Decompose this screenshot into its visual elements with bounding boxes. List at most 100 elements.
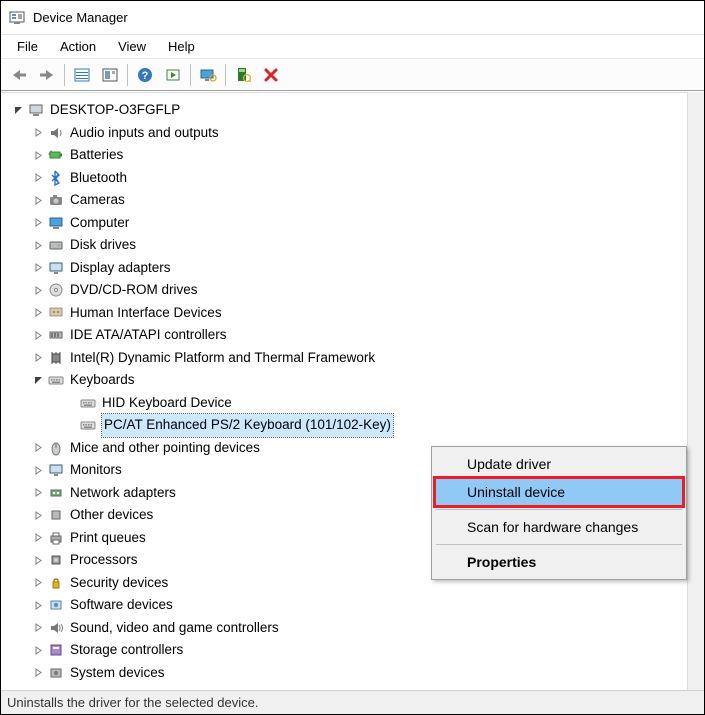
cm-update-driver[interactable]: Update driver [435,450,683,478]
expand-icon[interactable] [31,441,45,455]
help-button[interactable]: ? [132,63,158,87]
tree-node-ide-ata-atapi-controllers[interactable]: IDE ATA/ATAPI controllers [7,324,700,347]
tree-node-label: IDE ATA/ATAPI controllers [70,324,227,347]
uninstall-button[interactable] [258,63,284,87]
expand-icon[interactable] [31,171,45,185]
menu-action[interactable]: Action [50,37,106,56]
tree-node-human-interface-devices[interactable]: Human Interface Devices [7,302,700,325]
scrollbar[interactable] [687,92,704,690]
menu-file[interactable]: File [7,37,48,56]
monitor-icon [47,462,65,478]
tree-node-software-devices[interactable]: Software devices [7,594,700,617]
tree-node-label: Software devices [70,594,173,617]
expand-icon[interactable] [31,351,45,365]
menu-view[interactable]: View [108,37,156,56]
ide-icon [47,327,65,343]
tree-node-display-adapters[interactable]: Display adapters [7,257,700,280]
tree-node-label: Storage controllers [70,639,183,662]
tree-node-label: DESKTOP-O3FGFLP [50,99,180,122]
expand-icon[interactable] [31,508,45,522]
tree-node-hid-keyboard-device[interactable]: HID Keyboard Device [7,392,700,415]
tree-node-label: HID Keyboard Device [102,392,232,415]
expand-icon[interactable] [31,216,45,230]
tree-node-cameras[interactable]: Cameras [7,189,700,212]
expand-icon[interactable] [31,553,45,567]
window-title: Device Manager [33,10,128,25]
printer-icon [47,530,65,546]
expand-icon[interactable] [31,621,45,635]
back-button[interactable] [6,63,32,87]
toolbar-separator [190,64,191,86]
app-icon [9,10,25,26]
cm-uninstall-device[interactable]: Uninstall device [435,478,683,506]
expand-icon[interactable] [31,193,45,207]
expand-icon[interactable] [31,328,45,342]
status-bar: Uninstalls the driver for the selected d… [1,690,704,714]
collapse-icon[interactable] [31,373,45,387]
toolbar-separator [64,64,65,86]
keyboard-icon [47,372,65,388]
expand-icon[interactable] [31,463,45,477]
expand-icon[interactable] [31,576,45,590]
expand-icon[interactable] [31,598,45,612]
tree-node-sound-video-and-game-controllers[interactable]: Sound, video and game controllers [7,617,700,640]
tree-node-label: Mice and other pointing devices [70,437,260,460]
tree-node-intel-r-dynamic-platform-and-thermal-framework[interactable]: Intel(R) Dynamic Platform and Thermal Fr… [7,347,700,370]
expand-icon[interactable] [31,148,45,162]
expand-icon[interactable] [31,666,45,680]
forward-button[interactable] [34,63,60,87]
show-hide-tree-button[interactable] [69,63,95,87]
toolbar: ? [1,59,704,91]
tree-node-storage-controllers[interactable]: Storage controllers [7,639,700,662]
expand-icon[interactable] [31,261,45,275]
other-icon [47,507,65,523]
expand-icon[interactable] [31,126,45,140]
toolbar-separator [225,64,226,86]
tree-node-bluetooth[interactable]: Bluetooth [7,167,700,190]
tree-node-batteries[interactable]: Batteries [7,144,700,167]
tree-node-label: PC/AT Enhanced PS/2 Keyboard (101/102-Ke… [102,414,393,437]
expand-icon[interactable] [31,283,45,297]
chip-icon [47,350,65,366]
collapse-icon[interactable] [11,103,25,117]
tree-node-label: Batteries [70,144,123,167]
cm-properties[interactable]: Properties [435,548,683,576]
disk-icon [47,237,65,253]
tree-node-dvd-cd-rom-drives[interactable]: DVD/CD-ROM drives [7,279,700,302]
tree-node-label: Security devices [70,572,168,595]
action-button[interactable] [160,63,186,87]
menu-help[interactable]: Help [158,37,205,56]
tree-node-computer[interactable]: Computer [7,212,700,235]
expand-icon[interactable] [31,643,45,657]
device-tree[interactable]: DESKTOP-O3FGFLPAudio inputs and outputsB… [1,92,704,690]
scan-button[interactable] [230,63,256,87]
cm-separator [436,509,682,510]
svg-text:?: ? [142,70,149,82]
speaker-icon [47,125,65,141]
hid-icon [47,305,65,321]
show-hidden-button[interactable] [195,63,221,87]
properties-button[interactable] [97,63,123,87]
tree-node-label: Processors [70,549,138,572]
expand-icon[interactable] [31,486,45,500]
tree-node-keyboards[interactable]: Keyboards [7,369,700,392]
dvd-icon [47,282,65,298]
tree-node-label: Computer [70,212,129,235]
expand-icon[interactable] [31,238,45,252]
tree-node-disk-drives[interactable]: Disk drives [7,234,700,257]
storage-icon [47,642,65,658]
tree-node-desktop-o3fgflp[interactable]: DESKTOP-O3FGFLP [7,99,700,122]
tree-node-audio-inputs-and-outputs[interactable]: Audio inputs and outputs [7,122,700,145]
expand-icon[interactable] [31,531,45,545]
security-icon [47,575,65,591]
tree-node-label: DVD/CD-ROM drives [70,279,198,302]
tree-node-system-devices[interactable]: System devices [7,662,700,685]
expand-icon[interactable] [31,306,45,320]
cm-scan-hardware[interactable]: Scan for hardware changes [435,513,683,541]
keyboard-icon [79,417,97,433]
cpu-icon [47,552,65,568]
computer-icon [47,215,65,231]
tree-node-label: Intel(R) Dynamic Platform and Thermal Fr… [70,347,375,370]
context-menu: Update driver Uninstall device Scan for … [431,446,687,580]
tree-node-pc-at-enhanced-ps-2-keyboard-101-102-key[interactable]: PC/AT Enhanced PS/2 Keyboard (101/102-Ke… [7,414,700,437]
